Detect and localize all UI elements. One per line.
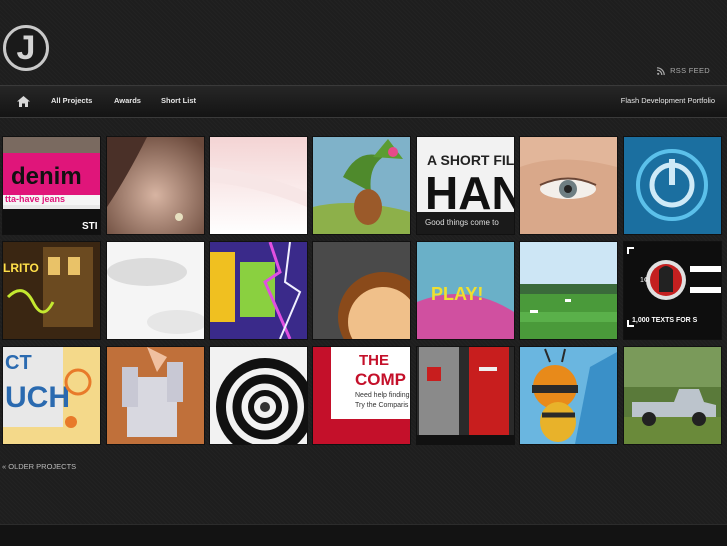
project-tile-pink-abstract[interactable] [210,137,307,234]
compare-line3: Need help finding [355,392,410,399]
project-tile-cartoon-hair[interactable] [313,242,410,339]
site-footer [0,524,727,546]
lincoln-badge: 1¢ [640,277,648,284]
project-tile-power-button[interactable] [624,137,721,234]
older-projects-link[interactable]: « OLDER PROJECTS [2,462,76,471]
project-tile-rito[interactable]: LRITO [3,242,100,339]
project-tile-face-closeup[interactable] [107,137,204,234]
home-icon[interactable] [17,96,30,107]
project-tile-lincoln-texts[interactable]: 1¢ 1,000 TEXTS FOR S [624,242,721,339]
compare-line1: THE [359,352,389,369]
project-tile-lightning[interactable] [210,242,307,339]
project-tile-play[interactable]: PLAY! [417,242,514,339]
rss-icon [657,66,665,75]
project-tile-touch[interactable]: CT UCH [3,347,100,444]
site-tagline: Flash Development Portfolio [620,96,715,105]
rito-text: LRITO [3,261,39,275]
project-tile-castle[interactable] [107,347,204,444]
rss-feed-link[interactable]: RSS FEED [657,66,710,75]
short-film-line1: A SHORT FIL [427,152,514,168]
project-tile-spiral[interactable] [210,347,307,444]
denim-headline: denim [11,163,82,190]
touch-line2: UCH [5,381,70,414]
site-header: J RSS FEED [0,0,727,85]
project-tile-white-disc[interactable] [107,242,204,339]
nav-awards[interactable]: Awards [114,96,141,105]
project-tile-cartoon-bee[interactable] [520,347,617,444]
touch-line1: CT [5,352,32,374]
denim-subline: tta-have jeans [5,194,65,204]
short-film-line3: Good things come to [425,218,499,227]
project-tile-eye-closeup[interactable] [520,137,617,234]
compare-line4: Try the Comparis [355,402,409,409]
compare-line2: COMP [355,370,406,389]
project-tile-short-film[interactable]: A SHORT FIL HAN Good things come to [417,137,514,234]
denim-badge: STI [82,221,98,232]
project-tile-golf-course[interactable] [520,242,617,339]
project-tile-denim[interactable]: denim tta-have jeans STI [3,137,100,234]
lincoln-text: 1,000 TEXTS FOR S [632,317,698,324]
play-text: PLAY! [431,284,483,304]
site-logo[interactable]: J [3,25,49,71]
short-film-line2: HAN [425,167,514,219]
main-nav: All Projects Awards Short List Flash Dev… [0,85,727,118]
project-tile-red-doors[interactable] [417,347,514,444]
nav-all-projects[interactable]: All Projects [51,96,92,105]
project-tile-vintage-truck[interactable] [624,347,721,444]
nav-short-list[interactable]: Short List [161,96,196,105]
project-tile-cartoon-monkey[interactable] [313,137,410,234]
rss-feed-label: RSS FEED [670,66,710,75]
project-tile-compare[interactable]: THE COMP Need help finding Try the Compa… [313,347,410,444]
